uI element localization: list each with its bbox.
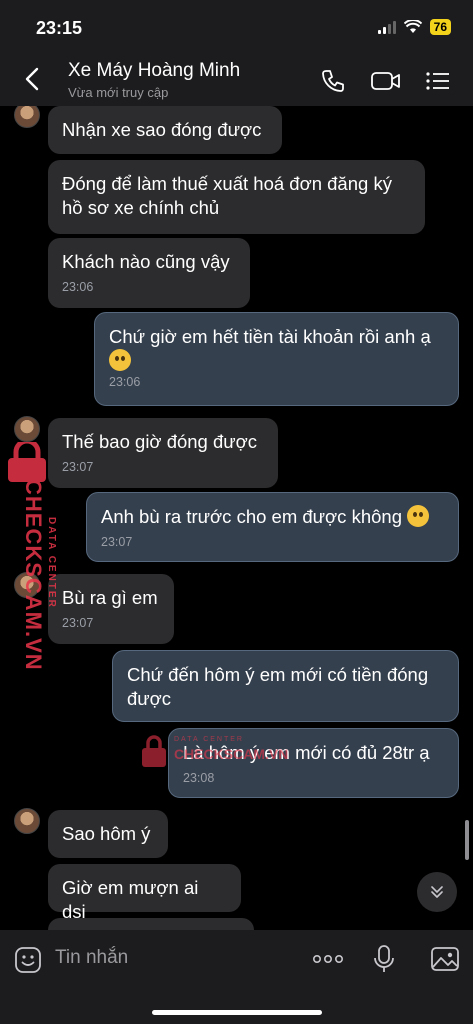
scrollbar[interactable] <box>465 820 469 860</box>
message-input[interactable]: Tin nhắn <box>55 947 128 969</box>
watermark-line1: DATA CENTER <box>46 517 57 609</box>
contact-avatar[interactable] <box>14 106 40 128</box>
watermark-line2: CHECKSCAM.VN <box>21 479 46 671</box>
menu-list-icon[interactable] <box>425 68 451 94</box>
video-call-icon[interactable] <box>370 68 402 94</box>
message-input-bar: Tin nhắn <box>0 930 473 1024</box>
contact-avatar[interactable] <box>14 416 40 442</box>
more-options-icon[interactable] <box>312 954 344 964</box>
message-list[interactable]: Nhận xe sao đóng được Đóng để làm thuế x… <box>0 106 473 930</box>
message-incoming[interactable]: Bù ra gì em 23:07 <box>48 574 174 644</box>
message-outgoing[interactable]: Chứ đến hôm ý em mới có tiền đóng được <box>112 650 459 722</box>
contact-avatar[interactable] <box>14 808 40 834</box>
message-incoming[interactable]: Khách nào cũng vậy 23:06 <box>48 238 250 308</box>
watermark-line1: DATA CENTER <box>174 736 244 743</box>
message-incoming[interactable]: Sao hôm ý <box>48 810 168 858</box>
double-chevron-down-icon <box>431 886 443 898</box>
message-text: Đóng để làm thuế xuất hoá đơn đăng ký hồ… <box>62 173 392 218</box>
chat-header: Xe Máy Hoàng Minh Vừa mới truy cập <box>0 52 473 106</box>
message-text: Giờ em mượn ai dsi <box>62 877 199 922</box>
watermark-side: DATA CENTER CHECKSCAM.VN <box>4 442 60 671</box>
status-icons: 76 <box>377 19 451 35</box>
message-text: Chứ đến hôm ý em mới có tiền đóng được <box>127 664 429 709</box>
message-time: 23:06 <box>62 280 94 294</box>
message-time: 23:07 <box>62 616 94 630</box>
status-time: 23:15 <box>36 18 83 38</box>
pleading-face-emoji-icon <box>407 505 430 527</box>
padlock-watermark-icon <box>8 442 46 482</box>
message-time: 23:06 <box>109 375 141 389</box>
crying-face-emoji-icon <box>109 349 131 371</box>
message-text: Khách nào cũng vậy <box>62 251 230 272</box>
watermark-line2: CHECKSCAM.VN <box>174 746 289 762</box>
message-text: Bù ra gì em <box>62 587 158 608</box>
contact-status: Vừa mới truy cập <box>68 85 169 100</box>
message-outgoing[interactable]: Chứ giờ em hết tiền tài khoản rồi anh ạ … <box>94 312 459 406</box>
message-incoming[interactable]: Giờ em mượn ai dsi <box>48 864 241 922</box>
message-text: Anh bù ra trước cho em được không <box>101 506 402 527</box>
message-text: Chứ giờ em hết tiền tài khoản rồi anh ạ <box>109 326 431 347</box>
padlock-watermark-icon <box>142 735 166 767</box>
battery-indicator: 76 <box>429 19 451 35</box>
message-text: Thế bao giờ đóng được <box>62 431 258 452</box>
message-incoming[interactable]: Thế bao giờ đóng được 23:07 <box>48 418 278 488</box>
cellular-signal-icon <box>377 20 396 34</box>
message-incoming[interactable]: Đóng để làm thuế xuất hoá đơn đăng ký hồ… <box>48 160 425 234</box>
image-gallery-icon[interactable] <box>430 945 460 973</box>
message-time: 23:08 <box>183 771 215 785</box>
message-text: Nhận xe sao đóng được <box>62 119 262 140</box>
home-indicator <box>152 1010 322 1015</box>
sticker-smiley-icon[interactable] <box>14 946 42 974</box>
status-bar: 23:15 76 <box>0 0 473 52</box>
phone-call-icon[interactable] <box>320 68 346 94</box>
contact-name[interactable]: Xe Máy Hoàng Minh <box>68 60 240 82</box>
watermark-center: DATA CENTER CHECKSCAM.VN <box>140 734 310 770</box>
microphone-icon[interactable] <box>372 944 396 974</box>
wifi-icon <box>403 20 422 33</box>
message-incoming-partial[interactable] <box>48 918 254 930</box>
message-time: 23:07 <box>101 535 133 549</box>
message-outgoing[interactable]: Anh bù ra trước cho em được không 23:07 <box>86 492 459 562</box>
back-arrow-icon[interactable] <box>22 66 42 92</box>
message-incoming[interactable]: Nhận xe sao đóng được <box>48 106 282 154</box>
message-time: 23:07 <box>62 460 94 474</box>
scroll-to-bottom-button[interactable] <box>417 872 457 912</box>
message-text: Sao hôm ý <box>62 823 151 844</box>
